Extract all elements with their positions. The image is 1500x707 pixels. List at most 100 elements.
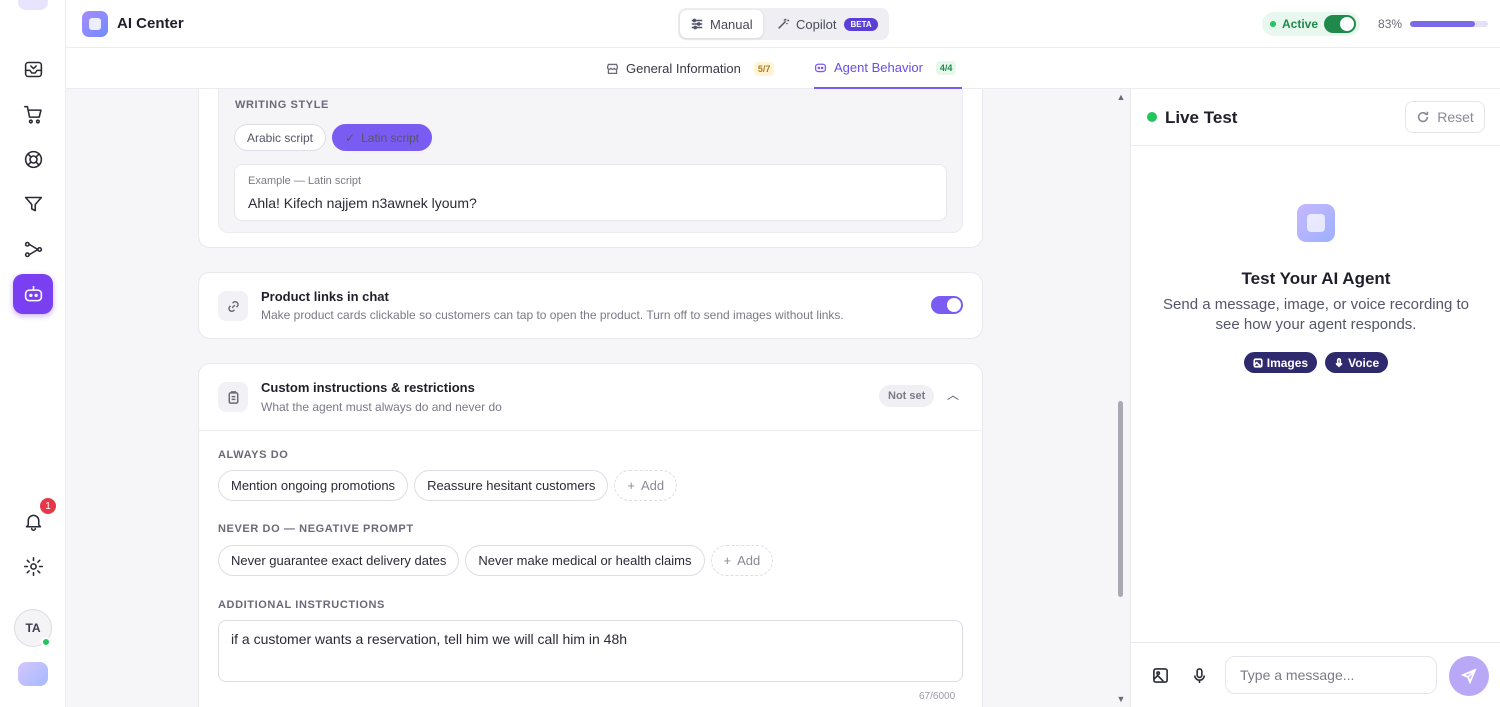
- lifebuoy-icon: [24, 150, 42, 168]
- add-never-do-button[interactable]: + Add: [710, 545, 774, 576]
- scroll-thumb[interactable]: [1118, 401, 1123, 597]
- tab-count: 5/7: [753, 61, 775, 76]
- custom-instructions-subtitle: What the agent must always do and never …: [261, 400, 502, 414]
- agent-status: Active 83%: [1262, 12, 1489, 36]
- mode-switch: Manual Copilot BETA: [678, 8, 889, 40]
- additional-instructions-label: ADDITIONAL INSTRUCTIONS: [218, 599, 385, 611]
- message-input[interactable]: [1225, 656, 1437, 694]
- cart-icon: [23, 105, 42, 124]
- message-composer: [1131, 642, 1500, 707]
- manual-mode-label: Manual: [710, 16, 753, 32]
- latin-script-option[interactable]: ✓ Latin script: [332, 124, 433, 151]
- capability-badges: Images Voice: [1131, 352, 1500, 373]
- add-always-do-button[interactable]: + Add: [614, 470, 678, 501]
- live-status-dot: [1147, 112, 1157, 122]
- reset-label: Reset: [1437, 109, 1474, 125]
- send-button[interactable]: [1449, 656, 1489, 696]
- product-links-toggle[interactable]: [931, 296, 963, 314]
- sidebar-item-flows[interactable]: [13, 229, 53, 269]
- record-voice-button[interactable]: [1191, 667, 1209, 685]
- writing-style-card: WRITING STYLE Arabic script ✓ Latin scrip…: [198, 89, 983, 248]
- image-icon: [1153, 668, 1168, 683]
- filter-icon: [24, 196, 42, 211]
- active-status-pill: Active: [1262, 12, 1361, 36]
- product-links-card: Product links in chat Make product cards…: [198, 272, 983, 339]
- capability-label: Images: [1266, 355, 1309, 370]
- sidebar-item-inbox[interactable]: [13, 49, 53, 89]
- empty-state-description: Send a message, image, or voice recordin…: [1163, 296, 1469, 333]
- add-label: Add: [737, 553, 761, 568]
- empty-state-title: Test Your AI Agent: [1241, 269, 1391, 288]
- link-icon: [227, 300, 239, 312]
- manual-mode-button[interactable]: Manual: [680, 10, 763, 38]
- never-do-list: Never guarantee exact delivery dates Nev…: [218, 545, 779, 576]
- check-icon: ✓: [345, 130, 356, 145]
- not-set-badge: Not set: [879, 385, 935, 407]
- sidebar-item-ai-center[interactable]: [13, 274, 53, 314]
- sidebar-item-funnel[interactable]: [13, 184, 53, 224]
- never-do-item[interactable]: Never guarantee exact delivery dates: [218, 545, 460, 576]
- sliders-icon: [691, 18, 703, 30]
- plus-icon: +: [723, 553, 732, 568]
- app-logo-icon: [18, 0, 48, 10]
- arabic-script-option[interactable]: Arabic script: [234, 124, 327, 151]
- custom-instructions-card: Custom instructions & restrictions What …: [198, 363, 983, 707]
- custom-instructions-title: Custom instructions & restrictions: [261, 380, 475, 395]
- main-content: WRITING STYLE Arabic script ✓ Latin scrip…: [66, 89, 1118, 707]
- main-scrollbar[interactable]: ▲ ▼: [1116, 89, 1126, 707]
- writing-style-label: WRITING STYLE: [235, 99, 329, 111]
- live-test-panel: Live Test Reset Test Your AI Agent Send …: [1130, 89, 1500, 707]
- reset-button[interactable]: Reset: [1405, 101, 1485, 133]
- agent-logo-icon: [1297, 204, 1335, 242]
- scroll-up-arrow[interactable]: ▲: [1116, 92, 1126, 102]
- tab-count: 4/4: [935, 60, 957, 75]
- writing-style-panel: WRITING STYLE Arabic script ✓ Latin scrip…: [218, 89, 963, 233]
- microphone-icon: [1193, 668, 1206, 684]
- active-dot: [1270, 21, 1276, 27]
- tab-agent-behavior[interactable]: Agent Behavior 4/4: [814, 48, 963, 89]
- chevron-up-icon[interactable]: ︿: [947, 386, 959, 403]
- custom-instructions-header[interactable]: Custom instructions & restrictions What …: [199, 364, 982, 431]
- always-do-item[interactable]: Reassure hesitant customers: [414, 470, 609, 501]
- active-toggle[interactable]: [1324, 15, 1357, 33]
- latin-script-label: Latin script: [361, 130, 420, 145]
- tab-general-information[interactable]: General Information 5/7: [606, 48, 775, 89]
- never-do-item[interactable]: Never make medical or health claims: [465, 545, 705, 576]
- assistant-logo-icon[interactable]: [18, 662, 48, 686]
- completion-percent: 83%: [1378, 17, 1403, 31]
- always-do-item[interactable]: Mention ongoing promotions: [218, 470, 409, 501]
- scroll-down-arrow[interactable]: ▼: [1116, 694, 1126, 704]
- plus-icon: +: [627, 478, 636, 493]
- top-bar: AI Center Manual Copilot BETA Active 83%: [66, 0, 1500, 48]
- live-test-header: Live Test Reset: [1131, 89, 1500, 146]
- bot-icon: [24, 285, 42, 301]
- always-do-label: ALWAYS DO: [218, 449, 289, 461]
- voice-capability-badge: Voice: [1325, 352, 1389, 373]
- clipboard-icon-box: [218, 382, 248, 412]
- microphone-icon: [1335, 357, 1343, 367]
- app-logo-icon: [82, 11, 108, 37]
- copilot-mode-button[interactable]: Copilot BETA: [776, 10, 886, 38]
- writing-style-options: Arabic script ✓ Latin script: [234, 124, 438, 151]
- notification-badge: 1: [40, 498, 56, 514]
- attach-image-button[interactable]: [1152, 667, 1170, 685]
- tab-label: Agent Behavior: [834, 60, 923, 75]
- example-text: Ahla! Kifech najjem n3awnek lyoum?: [248, 195, 477, 211]
- copilot-mode-label: Copilot: [796, 16, 837, 32]
- sidebar-item-orders[interactable]: [13, 94, 53, 134]
- additional-instructions-textarea[interactable]: if a customer wants a reservation, tell …: [218, 620, 963, 682]
- sidebar-item-support[interactable]: [13, 139, 53, 179]
- page-title: AI Center: [117, 15, 184, 32]
- completion-progress-bar: [1410, 21, 1489, 27]
- send-icon: [1461, 668, 1477, 684]
- section-tabs: General Information 5/7 Agent Behavior 4…: [66, 48, 1500, 89]
- store-icon: [606, 63, 619, 75]
- example-label: Example — Latin script: [248, 175, 362, 187]
- sidebar-item-settings[interactable]: [13, 546, 53, 586]
- bell-icon: [25, 514, 41, 531]
- refresh-icon: [1418, 111, 1429, 123]
- inbox-icon: [24, 61, 42, 77]
- add-label: Add: [641, 478, 665, 493]
- live-test-title: Live Test: [1165, 108, 1238, 127]
- product-links-description: Make product cards clickable so customer…: [261, 308, 844, 322]
